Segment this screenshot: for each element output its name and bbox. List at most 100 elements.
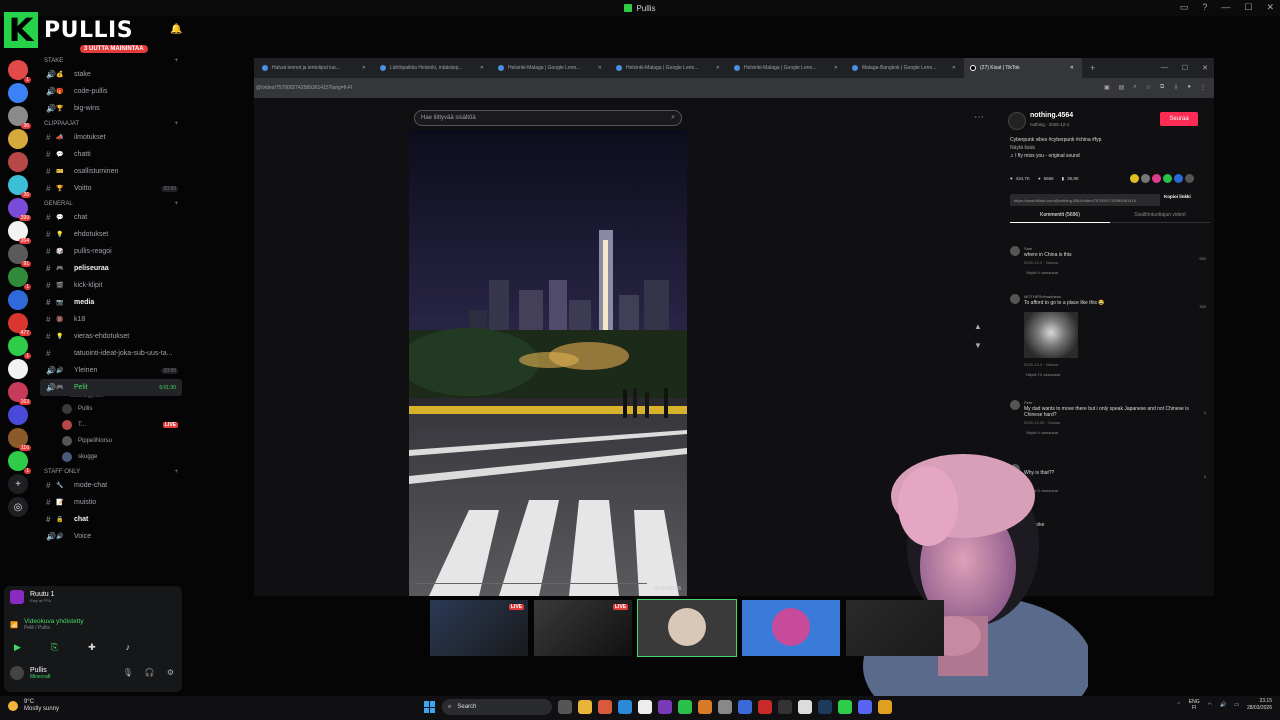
channel-chat[interactable]: # 💬 chat	[40, 209, 182, 226]
previous-video-icon[interactable]: ▲	[974, 322, 982, 331]
channel-mode-chat[interactable]: # 🔧 mode-chat	[40, 477, 182, 494]
follow-button[interactable]: Seuraa	[1160, 112, 1198, 126]
comment-author[interactable]: Sam	[1024, 246, 1032, 251]
comment-like-count[interactable]: 4	[1204, 410, 1206, 415]
new-tab-icon[interactable]: +	[1090, 63, 1095, 73]
profile-icon[interactable]: ●	[1187, 84, 1191, 91]
comment-stat[interactable]: ● 5666	[1038, 176, 1054, 182]
category-header[interactable]: CLIPPAAJAT +	[44, 121, 182, 127]
gear-icon[interactable]: ⚙	[167, 668, 174, 677]
server-icon[interactable]	[8, 290, 28, 310]
view-replies-link[interactable]: Näytä 4 vastausta	[1026, 430, 1058, 435]
kick-icon[interactable]	[838, 700, 852, 714]
camera-icon[interactable]: ▶	[14, 642, 21, 653]
comment-like-count[interactable]: 3	[1204, 474, 1206, 479]
channel-code-pullis[interactable]: 🔊 🎁 code-pullis	[40, 83, 182, 100]
tab-close-icon[interactable]: ✕	[834, 65, 838, 71]
tab-close-icon[interactable]: ✕	[362, 65, 366, 71]
avatar[interactable]	[1010, 246, 1020, 256]
clock[interactable]: 23.15 28/03/2026	[1247, 698, 1272, 712]
share-facebook-icon[interactable]	[1174, 174, 1183, 183]
zoom-icon[interactable]: ⌕	[1133, 84, 1136, 91]
share-green-icon[interactable]	[1163, 174, 1172, 183]
comment-author[interactable]: Pete	[1024, 400, 1032, 405]
browser-tab[interactable]: Helsinki-Malaga | Google Lenn... ✕	[728, 58, 846, 78]
show-more-link[interactable]: Näytä lisää	[1010, 144, 1200, 152]
tab-close-icon[interactable]: ✕	[1070, 65, 1074, 71]
server-icon[interactable]: 264	[8, 221, 31, 244]
comment-author[interactable]: MOTHERofmadness	[1024, 294, 1061, 299]
server-icon[interactable]: 1	[8, 451, 31, 474]
activity-icon[interactable]: ✚	[88, 642, 96, 653]
voice-user[interactable]: Pullis	[40, 401, 182, 417]
help-icon[interactable]: ?	[1202, 2, 1207, 13]
add-server-icon[interactable]: +	[8, 474, 28, 494]
notification-bell-icon[interactable]: 🔔	[170, 24, 182, 35]
server-icon[interactable]	[8, 405, 28, 425]
channel-ehdotukset[interactable]: # 💡 ehdotukset	[40, 226, 182, 243]
app-icon-blue[interactable]	[738, 700, 752, 714]
share-embed-icon[interactable]	[1141, 174, 1150, 183]
like-stat[interactable]: ♥ 434,7K	[1010, 176, 1030, 182]
avatar[interactable]	[1010, 294, 1020, 304]
comment-image[interactable]	[1024, 312, 1078, 358]
channel-muistio[interactable]: # 📝 muistio	[40, 494, 182, 511]
channel-osallistuminen[interactable]: # 🎫 osallistuminen	[40, 163, 182, 180]
server-icon[interactable]: 26	[8, 175, 31, 198]
tab-close-icon[interactable]: ✕	[716, 65, 720, 71]
chevron-up-icon[interactable]: ⌃	[1177, 702, 1181, 708]
app-icon-white[interactable]	[798, 700, 812, 714]
server-icon[interactable]: 1	[8, 267, 31, 290]
server-icon[interactable]: 91	[8, 244, 31, 267]
channel-pelit[interactable]: 🔊 🎮 Pelit 6:01:30	[40, 379, 182, 396]
discord-icon[interactable]	[858, 700, 872, 714]
app-icon-purple[interactable]	[658, 700, 672, 714]
browser-maximize[interactable]: ☐	[1182, 64, 1188, 72]
address-bar[interactable]: @/video/7579002742589361415?lang=fi-FI	[254, 78, 1214, 98]
inbox-icon[interactable]: ▭	[1180, 2, 1189, 13]
author-name[interactable]: nothing.4564	[1030, 112, 1073, 119]
maximize-button[interactable]: ☐	[1244, 2, 1252, 13]
app-icon-colorful[interactable]	[598, 700, 612, 714]
channel-tatuointi-ideat-joka-sub-uus-ta---[interactable]: # tatuointi-ideat-joka-sub-uus-ta...	[40, 345, 182, 362]
voice-user[interactable]: PippeliNorsu	[40, 433, 182, 449]
browser-close[interactable]: ✕	[1202, 64, 1208, 72]
search-input[interactable]: Hae liittyvää sisältöä ⌕	[414, 110, 682, 126]
app-icon-gray[interactable]	[718, 700, 732, 714]
cast-icon[interactable]: ▣	[1104, 84, 1110, 91]
browser-tab[interactable]: Malaga-Bangkok | Google Lenn... ✕	[846, 58, 964, 78]
channel-big-wins[interactable]: 🔊 🏆 big-wins	[40, 100, 182, 117]
save-stat[interactable]: ▮ 35,8K	[1062, 176, 1079, 182]
share-arrow-icon[interactable]	[1185, 174, 1194, 183]
unread-mentions-pill[interactable]: 3 UUTTA MAININTAA	[80, 45, 148, 53]
volume-icon[interactable]: 🔊	[1220, 702, 1226, 708]
channel-peliseuraa[interactable]: # 🎮 peliseuraa	[40, 260, 182, 277]
server-icon[interactable]	[8, 129, 28, 149]
server-icon[interactable]: 399	[8, 198, 31, 221]
next-video-icon[interactable]: ▼	[974, 341, 982, 350]
server-icon[interactable]: 163	[8, 382, 31, 405]
add-channel-icon[interactable]: +	[174, 58, 178, 64]
server-icon[interactable]: 1	[8, 336, 31, 359]
server-icon[interactable]	[8, 359, 28, 379]
star-icon[interactable]: ☆	[1146, 84, 1151, 91]
menu-icon[interactable]: ⋮	[1200, 84, 1206, 91]
tab-comments[interactable]: Kommentit (5696)	[1010, 212, 1110, 223]
voice-connection-status[interactable]: 📶 Videokuva yhdistetty Pelit / Pullis	[10, 618, 84, 631]
stream-thumbnail[interactable]: LIVE	[534, 600, 632, 656]
app-icon-dark[interactable]	[778, 700, 792, 714]
server-logo[interactable]: K PULLIS	[4, 11, 133, 49]
microphone-icon[interactable]: 🎙	[123, 668, 133, 677]
server-icon[interactable]: 116	[8, 428, 31, 451]
spotify-icon[interactable]	[678, 700, 692, 714]
voice-user[interactable]: T... LIVE	[40, 417, 182, 433]
browser-tab[interactable]: Helsinki-Malaga | Google Lenn... ✕	[610, 58, 728, 78]
channel-voice[interactable]: 🔊 🔊 Voice	[40, 528, 182, 545]
channel-pullis-reagoi[interactable]: # 🎲 pullis-reagoi	[40, 243, 182, 260]
copy-link-button[interactable]: Kopioi linkki	[1164, 194, 1191, 199]
author-avatar[interactable]	[1008, 112, 1026, 130]
chrome-icon[interactable]	[878, 700, 892, 714]
download-icon[interactable]: ⇩	[1173, 84, 1178, 91]
channel-voitto[interactable]: # 🏆 Voitto 00:99	[40, 180, 182, 197]
share-yellow-icon[interactable]	[1130, 174, 1139, 183]
